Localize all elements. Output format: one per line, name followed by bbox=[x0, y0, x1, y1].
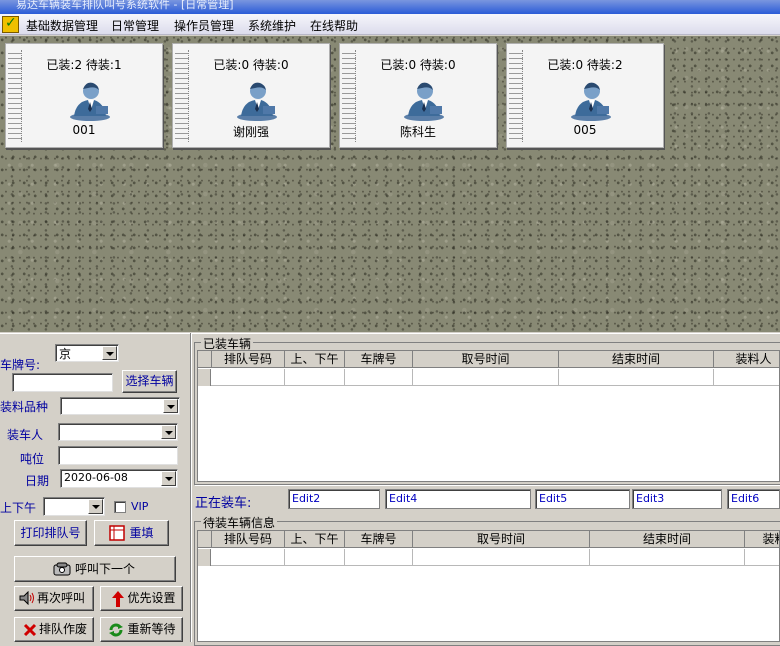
col-loader[interactable]: 装料 bbox=[745, 531, 779, 548]
void-ticket-button[interactable]: 排队作废 bbox=[14, 617, 94, 642]
requeue-label: 重新等待 bbox=[127, 622, 176, 636]
menu-system-maintenance[interactable]: 系统维护 bbox=[248, 17, 296, 34]
tonnage-input[interactable] bbox=[58, 446, 178, 465]
loader-select[interactable] bbox=[58, 423, 178, 441]
refill-button[interactable]: 重填 bbox=[94, 520, 169, 546]
chevron-down-icon[interactable] bbox=[102, 346, 117, 360]
worker-name: 001 bbox=[72, 123, 96, 137]
loading-edit-3[interactable]: Edit3 bbox=[632, 489, 722, 509]
select-vehicle-label: 选择车辆 bbox=[125, 374, 174, 388]
chevron-down-icon[interactable] bbox=[163, 399, 178, 413]
chevron-down-icon[interactable] bbox=[161, 471, 176, 486]
material-label: 装料品种 bbox=[0, 400, 49, 414]
worker-card[interactable]: 已装:0 待装:0 陈科生 bbox=[339, 43, 497, 148]
print-ticket-button[interactable]: 打印排队号 bbox=[14, 520, 87, 546]
window-title-bar: 易达车辆装车排队叫号系统软件 - [日常管理] bbox=[0, 0, 780, 14]
loading-edit-2[interactable]: Edit2 bbox=[288, 489, 380, 509]
col-end-time[interactable]: 结束时间 bbox=[590, 531, 745, 548]
loader-label: 装车人 bbox=[7, 428, 44, 442]
menu-basic-data[interactable]: 基础数据管理 bbox=[26, 17, 98, 34]
loading-edit-6[interactable]: Edit6 bbox=[727, 489, 780, 509]
priority-button[interactable]: 优先设置 bbox=[100, 586, 183, 611]
worker-person-icon bbox=[404, 82, 444, 121]
tonnage-label: 吨位 bbox=[20, 452, 45, 466]
row-indicator bbox=[198, 369, 211, 386]
table-row[interactable] bbox=[198, 369, 779, 386]
worker-name: 陈科生 bbox=[399, 125, 436, 139]
shift-label: 上下午 bbox=[0, 501, 37, 515]
waiting-vehicles-caption: 待装车辆信息 bbox=[201, 514, 278, 531]
worker-person-icon bbox=[571, 82, 611, 121]
priority-label: 优先设置 bbox=[127, 591, 176, 605]
waiting-vehicles-grid[interactable]: 排队号码 上、下午 车牌号 取号时间 结束时间 装料 bbox=[197, 530, 780, 642]
worker-name: 谢刚强 bbox=[232, 125, 269, 139]
loading-now-label: 正在装车: bbox=[195, 496, 252, 511]
col-end-time[interactable]: 结束时间 bbox=[559, 351, 714, 368]
void-ticket-label: 排队作废 bbox=[38, 622, 87, 636]
grid-corner bbox=[198, 531, 212, 548]
call-next-label: 呼叫下一个 bbox=[74, 562, 135, 576]
worker-stat: 已装:0 待装:0 bbox=[213, 58, 289, 72]
col-loader[interactable]: 装料人 bbox=[714, 351, 779, 368]
worker-stat: 已装:0 待装:0 bbox=[380, 58, 456, 72]
requeue-button[interactable]: 重新等待 bbox=[100, 617, 183, 642]
worker-stat: 已装:2 待装:1 bbox=[46, 58, 122, 72]
col-plate[interactable]: 车牌号 bbox=[345, 351, 413, 368]
chevron-down-icon[interactable] bbox=[88, 499, 103, 514]
form-reset-icon bbox=[109, 525, 125, 541]
loading-edit-5[interactable]: Edit5 bbox=[535, 489, 630, 509]
col-queue-number[interactable]: 排队号码 bbox=[212, 531, 285, 548]
app-checkmark-icon[interactable]: ✓ bbox=[2, 15, 19, 33]
date-picker[interactable]: 2020-06-08 bbox=[60, 469, 178, 488]
worker-stat: 已装:0 待装:2 bbox=[547, 58, 623, 72]
worker-card[interactable]: 已装:0 待装:2 005 bbox=[506, 43, 664, 148]
window-title: 易达车辆装车排队叫号系统软件 - [日常管理] bbox=[16, 0, 234, 11]
close-icon bbox=[23, 623, 37, 637]
table-row[interactable] bbox=[198, 549, 779, 566]
call-again-button[interactable]: 再次呼叫 bbox=[14, 586, 94, 611]
col-take-time[interactable]: 取号时间 bbox=[413, 531, 590, 548]
col-queue-number[interactable]: 排队号码 bbox=[212, 351, 285, 368]
phone-icon bbox=[53, 562, 71, 576]
col-shift[interactable]: 上、下午 bbox=[285, 351, 345, 368]
refill-label: 重填 bbox=[129, 526, 154, 540]
province-select[interactable]: 京 bbox=[55, 344, 119, 362]
vertical-divider bbox=[190, 333, 192, 642]
loaded-vehicles-grid[interactable]: 排队号码 上、下午 车牌号 取号时间 结束时间 装料人 bbox=[197, 350, 780, 482]
menu-daily-management[interactable]: 日常管理 bbox=[111, 17, 159, 34]
plate-label: 车牌号: bbox=[0, 358, 41, 372]
worker-card[interactable]: 已装:0 待装:0 谢刚强 bbox=[172, 43, 330, 148]
print-ticket-label: 打印排队号 bbox=[20, 526, 81, 540]
col-shift[interactable]: 上、下午 bbox=[285, 531, 345, 548]
shift-select[interactable] bbox=[43, 497, 105, 516]
date-value: 2020-06-08 bbox=[64, 471, 128, 484]
col-plate[interactable]: 车牌号 bbox=[345, 531, 413, 548]
refresh-icon bbox=[109, 623, 123, 637]
menu-online-help[interactable]: 在线帮助 bbox=[310, 17, 358, 34]
chevron-down-icon[interactable] bbox=[161, 425, 176, 439]
worker-person-icon bbox=[237, 82, 277, 121]
menu-operator-management[interactable]: 操作员管理 bbox=[174, 17, 234, 34]
row-indicator bbox=[198, 549, 211, 566]
worker-name: 005 bbox=[573, 123, 597, 137]
grid-header: 排队号码 上、下午 车牌号 取号时间 结束时间 装料人 bbox=[198, 351, 779, 368]
call-next-button[interactable]: 呼叫下一个 bbox=[14, 556, 176, 582]
grid-corner bbox=[198, 351, 212, 368]
call-again-label: 再次呼叫 bbox=[36, 591, 85, 605]
vip-checkbox[interactable] bbox=[114, 501, 126, 513]
province-value: 京 bbox=[59, 347, 72, 361]
speaker-icon bbox=[19, 591, 34, 605]
arrow-up-icon bbox=[112, 591, 124, 607]
col-take-time[interactable]: 取号时间 bbox=[413, 351, 559, 368]
date-label: 日期 bbox=[25, 474, 50, 488]
material-select[interactable] bbox=[60, 397, 180, 415]
select-vehicle-button[interactable]: 选择车辆 bbox=[122, 370, 177, 393]
worker-person-icon bbox=[70, 82, 110, 121]
loading-edit-4[interactable]: Edit4 bbox=[385, 489, 531, 509]
vip-label: VIP bbox=[131, 500, 149, 513]
worker-card[interactable]: 已装:2 待装:1 001 bbox=[5, 43, 163, 148]
grid-header: 排队号码 上、下午 车牌号 取号时间 结束时间 装料 bbox=[198, 531, 779, 548]
plate-input[interactable] bbox=[12, 373, 113, 392]
menu-bar: ✓ 基础数据管理 日常管理 操作员管理 系统维护 在线帮助 bbox=[0, 14, 780, 35]
